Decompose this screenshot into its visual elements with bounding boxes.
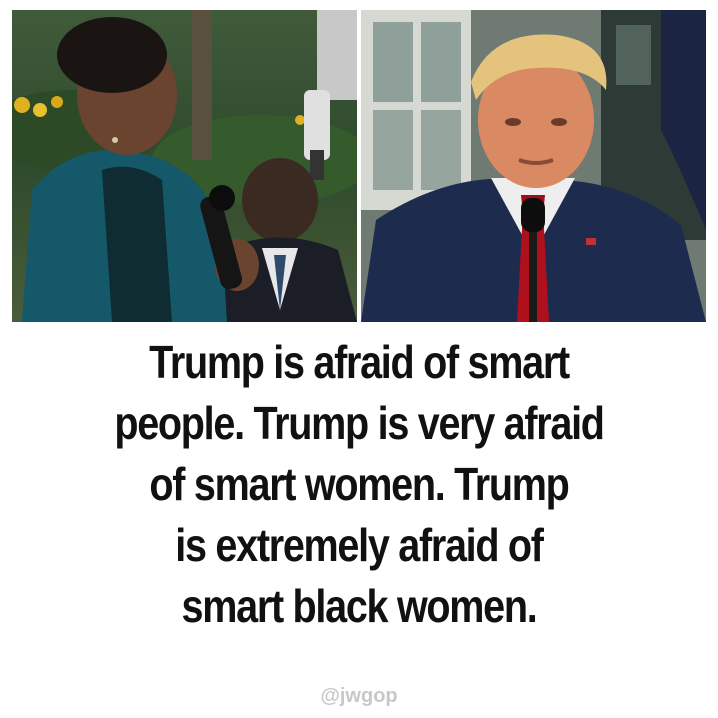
meme-image: Trump is afraid of smart people. Trump i… <box>0 0 718 718</box>
right-photo-speaker <box>361 10 706 322</box>
caption-line: smart black women. <box>181 580 538 632</box>
caption-line: Trump is afraid of smart <box>149 336 570 388</box>
meme-caption: Trump is afraid of smart people. Trump i… <box>50 332 667 637</box>
caption-line: of smart women. Trump <box>149 458 569 510</box>
watermark-credit: @jwgop <box>320 685 398 707</box>
reporter-photo-illustration <box>12 10 357 322</box>
photo-row <box>12 10 706 322</box>
left-photo-reporter <box>12 10 357 322</box>
caption-line: people. Trump is very afraid <box>114 397 605 449</box>
caption-line: is extremely afraid of <box>175 519 544 571</box>
speaker-photo-illustration <box>361 10 706 322</box>
